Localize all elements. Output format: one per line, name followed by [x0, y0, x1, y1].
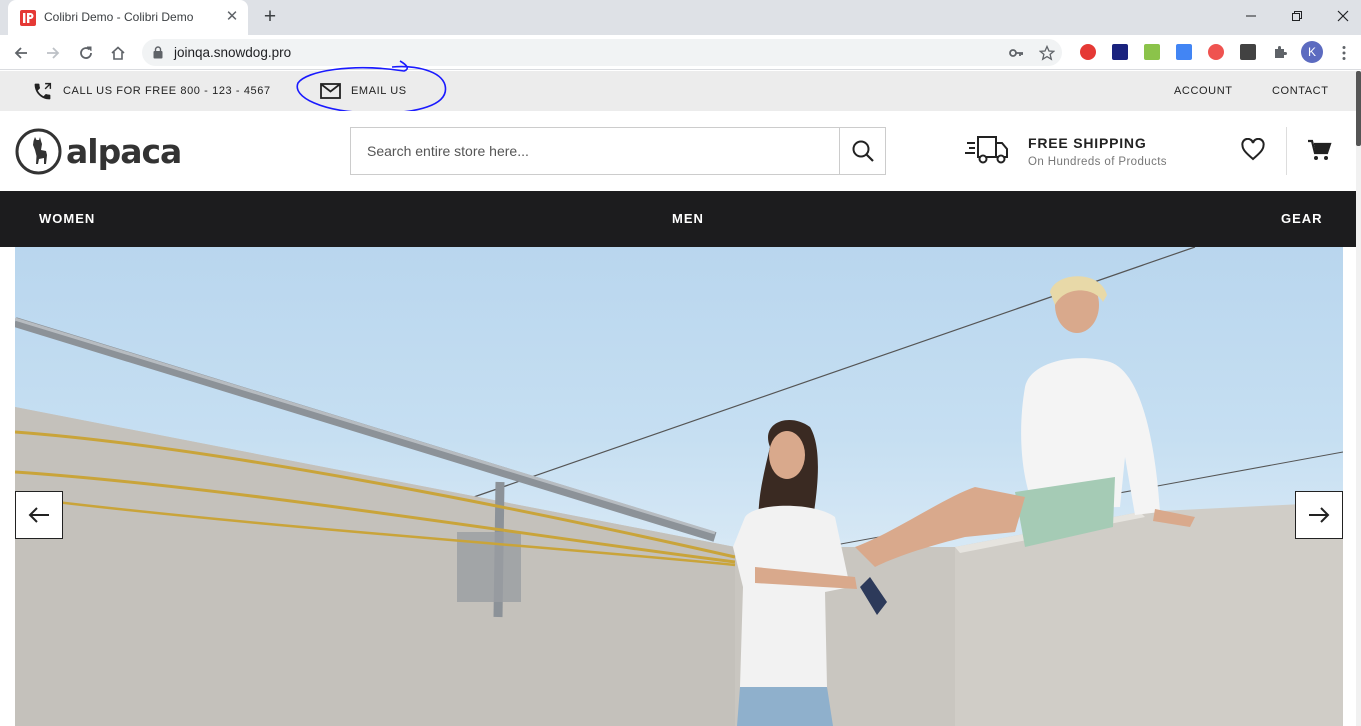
- contact-link[interactable]: CONTACT: [1272, 71, 1329, 111]
- address-bar[interactable]: joinqa.snowdog.pro: [142, 39, 1062, 66]
- url-text: joinqa.snowdog.pro: [174, 45, 292, 60]
- annotation-circle: [296, 60, 447, 114]
- key-icon[interactable]: [1007, 44, 1025, 62]
- adblock-plus-icon[interactable]: [1080, 44, 1096, 60]
- lock-icon: [153, 46, 163, 59]
- reload-icon[interactable]: [74, 41, 98, 65]
- restore-icon[interactable]: [1283, 4, 1311, 28]
- page-scrollbar[interactable]: [1356, 71, 1361, 726]
- nav-item-men[interactable]: MEN: [672, 191, 704, 247]
- bookmark-star-icon[interactable]: [1038, 44, 1056, 62]
- slider-prev-button[interactable]: [15, 491, 63, 539]
- tab-title: Colibri Demo - Colibri Demo: [44, 10, 194, 24]
- heart-icon: [1241, 137, 1265, 161]
- call-us-link[interactable]: CALL US FOR FREE 800 - 123 - 4567: [32, 71, 271, 111]
- google-translate-icon[interactable]: [1176, 44, 1192, 60]
- header-divider: [1286, 127, 1287, 175]
- main-navigation: WOMEN MEN GEAR: [0, 191, 1356, 247]
- delivery-truck-icon: [965, 136, 1008, 164]
- profile-avatar[interactable]: K: [1301, 41, 1323, 63]
- phone-icon: [34, 82, 52, 99]
- shopping-cart-icon: [1308, 139, 1332, 160]
- search-input[interactable]: [351, 128, 839, 174]
- browser-tab[interactable]: Colibri Demo - Colibri Demo ✕: [8, 0, 248, 35]
- hero-image: [15, 247, 1343, 726]
- wishlist-button[interactable]: [1240, 137, 1266, 167]
- scrollbar-thumb[interactable]: [1356, 71, 1361, 146]
- back-arrow-icon[interactable]: [9, 41, 33, 65]
- alpaca-logo-icon: [15, 128, 62, 175]
- arrow-right-icon: [1309, 507, 1330, 523]
- slider-next-button[interactable]: [1295, 491, 1343, 539]
- search-button[interactable]: [839, 128, 885, 174]
- browser-toolbar: joinqa.snowdog.pro K: [0, 35, 1361, 70]
- shipping-title: FREE SHIPPING: [1028, 135, 1147, 151]
- extension-icon[interactable]: [1112, 44, 1128, 60]
- browser-tabbar: Colibri Demo - Colibri Demo ✕ +: [0, 0, 1361, 35]
- tab-close-icon[interactable]: ✕: [223, 8, 241, 26]
- search-icon: [852, 140, 874, 162]
- site-topbar: CALL US FOR FREE 800 - 123 - 4567 EMAIL …: [0, 60, 1356, 114]
- call-us-label: CALL US FOR FREE 800 - 123 - 4567: [63, 85, 271, 97]
- minimize-icon[interactable]: [1237, 4, 1265, 28]
- extensions-puzzle-icon[interactable]: [1272, 44, 1288, 60]
- selenium-icon[interactable]: [1240, 44, 1256, 60]
- hero-slider[interactable]: [15, 247, 1343, 726]
- nav-item-gear[interactable]: GEAR: [1281, 191, 1323, 247]
- cart-button[interactable]: [1306, 138, 1332, 167]
- forward-arrow-icon[interactable]: [41, 41, 65, 65]
- close-window-icon[interactable]: [1329, 4, 1357, 28]
- extension-icon[interactable]: [1144, 44, 1160, 60]
- alpaca-logo[interactable]: alpaca: [15, 128, 182, 175]
- shield-extension-icon[interactable]: [1208, 44, 1224, 60]
- nav-item-women[interactable]: WOMEN: [39, 191, 95, 247]
- site-header: alpaca FREE SHIPPING On Hundreds of Prod…: [0, 111, 1356, 191]
- colibri-favicon-icon: [20, 10, 36, 26]
- search-box: [350, 127, 886, 175]
- shipping-subtitle: On Hundreds of Products: [1028, 156, 1167, 168]
- account-link[interactable]: ACCOUNT: [1174, 71, 1233, 111]
- home-icon[interactable]: [106, 41, 130, 65]
- new-tab-icon[interactable]: +: [259, 6, 281, 28]
- browser-menu-icon[interactable]: [1336, 44, 1352, 62]
- arrow-left-icon: [28, 507, 49, 523]
- logo-text: alpaca: [66, 132, 182, 171]
